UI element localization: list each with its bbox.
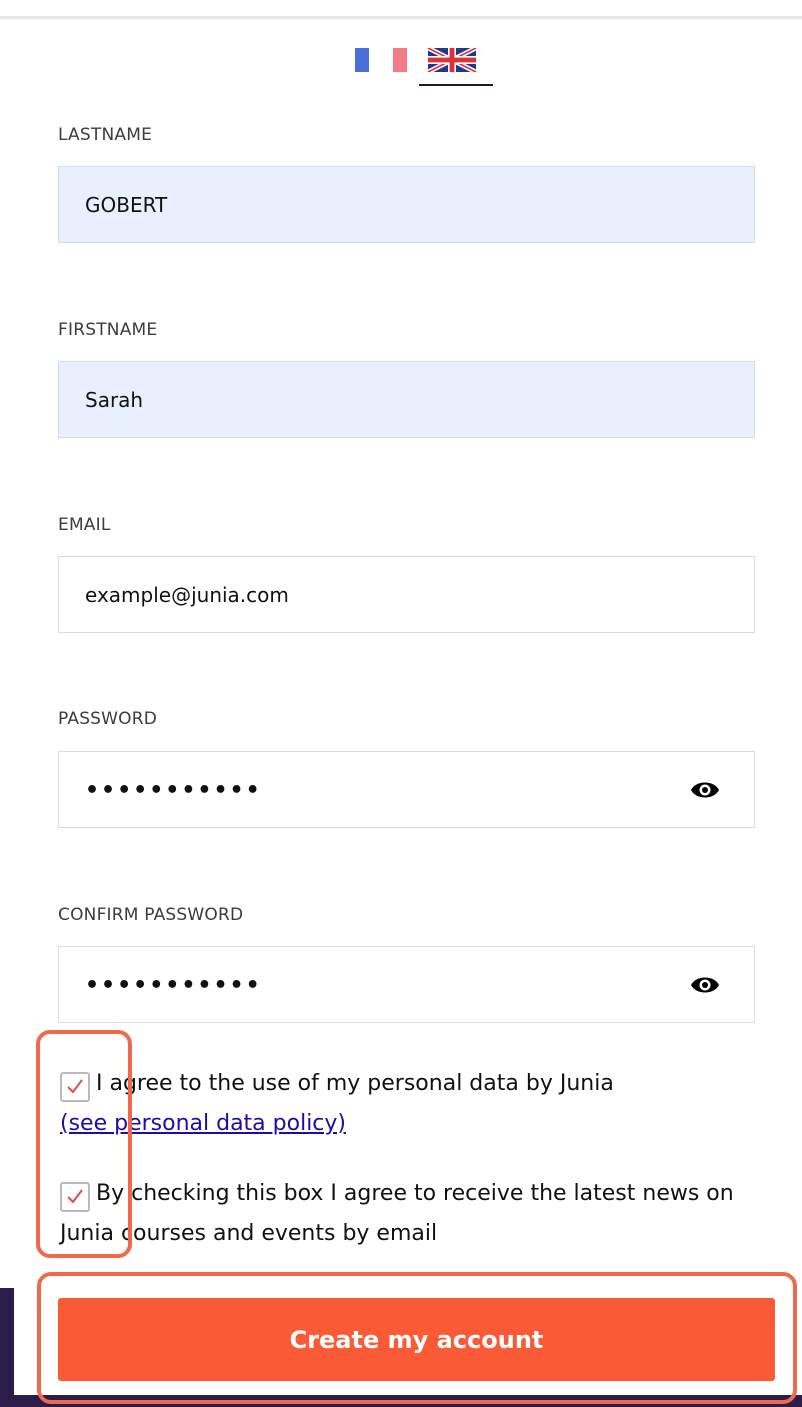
newsletter-consent-row: By checking this box I agree to receive … [60, 1174, 760, 1254]
french-flag-icon[interactable] [355, 48, 407, 72]
email-field[interactable]: example@junia.com [58, 556, 755, 633]
personal-data-consent-text: I agree to the use of my personal data b… [96, 1071, 614, 1096]
email-label: EMAIL [58, 515, 111, 535]
selected-language-underline [419, 84, 493, 86]
background-strip [0, 1288, 14, 1407]
eye-icon[interactable] [690, 778, 720, 802]
password-label: PASSWORD [58, 709, 158, 729]
confirm-password-masked-value: ••••••••••• [85, 973, 262, 998]
newsletter-consent-text: By checking this box I agree to receive … [60, 1181, 734, 1246]
button-highlight-outline [37, 1272, 797, 1404]
uk-flag-icon[interactable] [426, 45, 478, 75]
personal-data-consent-row: I agree to the use of my personal data b… [60, 1064, 760, 1144]
checkbox-highlight-outline [36, 1030, 132, 1258]
password-masked-value: ••••••••••• [85, 778, 262, 803]
eye-icon[interactable] [690, 973, 720, 997]
firstname-field[interactable]: Sarah [58, 361, 755, 438]
lastname-value: GOBERT [85, 193, 168, 217]
lastname-field[interactable]: GOBERT [58, 166, 755, 243]
firstname-label: FIRSTNAME [58, 320, 158, 340]
personal-data-policy-link[interactable]: (see personal data policy) [60, 1104, 760, 1144]
password-field[interactable]: ••••••••••• [58, 751, 755, 828]
lastname-label: LASTNAME [58, 125, 153, 145]
top-divider [0, 16, 802, 19]
confirm-password-field[interactable]: ••••••••••• [58, 946, 755, 1023]
confirm-password-label: CONFIRM PASSWORD [58, 905, 244, 925]
firstname-value: Sarah [85, 388, 144, 412]
email-placeholder: example@junia.com [85, 583, 289, 607]
